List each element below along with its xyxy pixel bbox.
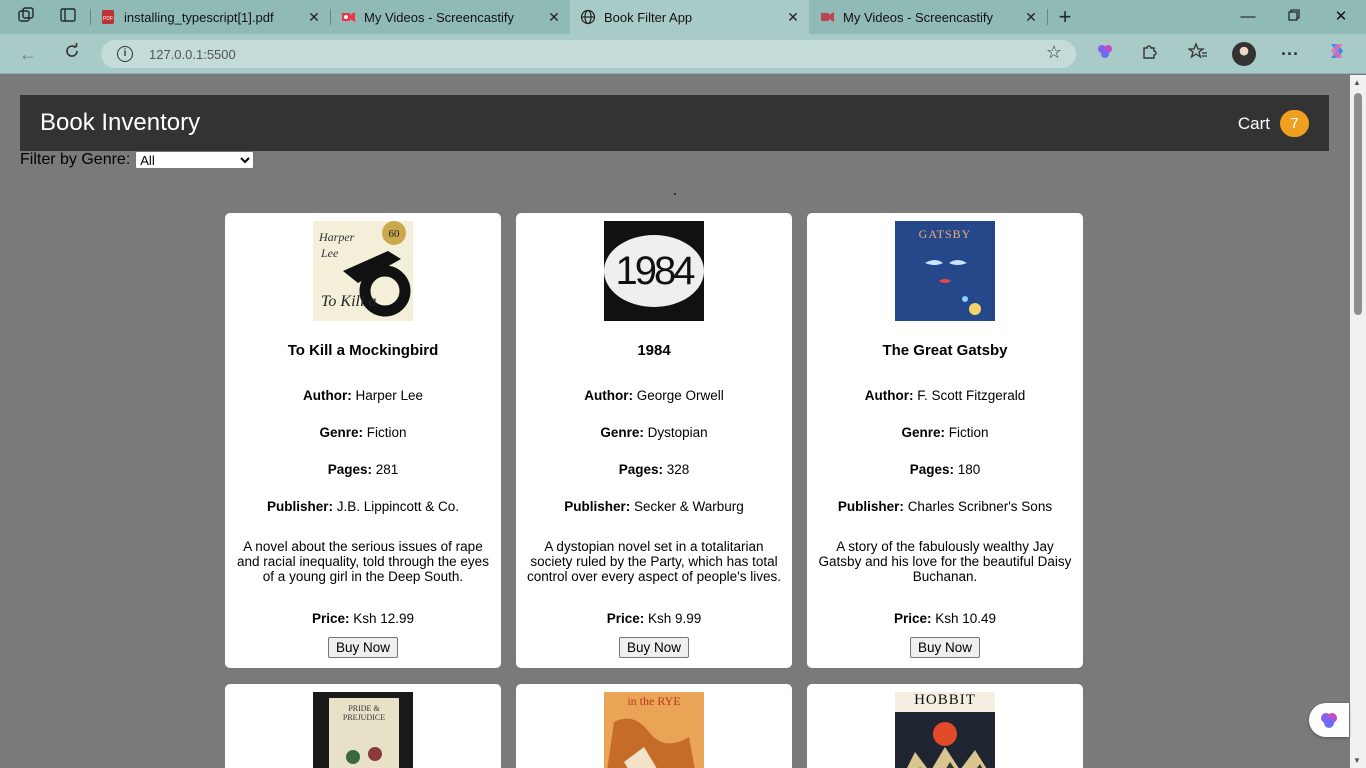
book-card: GATSBY The Great Gatsby Author: F. Scott… xyxy=(807,213,1083,668)
book-cover-image: in the RYE xyxy=(604,692,704,768)
buy-now-button[interactable]: Buy Now xyxy=(909,637,981,658)
book-publisher: Publisher: Secker & Warburg xyxy=(564,499,744,514)
reload-icon[interactable] xyxy=(58,41,86,67)
book-cover-image: PRIDE & PREJUDICE xyxy=(313,692,413,768)
book-card: HOBBIT xyxy=(807,684,1083,768)
book-card: PRIDE & PREJUDICE xyxy=(225,684,501,768)
book-title: To Kill a Mockingbird xyxy=(287,342,439,359)
book-card: in the RYE xyxy=(516,684,792,768)
book-description: A dystopian novel set in a totalitarian … xyxy=(527,539,781,584)
minimize-icon[interactable]: — xyxy=(1225,0,1271,34)
screencastify-icon xyxy=(819,9,835,25)
profile-avatar[interactable] xyxy=(1232,42,1256,66)
back-icon[interactable]: ← xyxy=(14,41,42,67)
cart-count-badge: 7 xyxy=(1280,110,1309,137)
browser-toolbar: ← i 127.0.0.1:5500 ☆ ··· xyxy=(0,34,1366,74)
close-tab-icon[interactable]: ✕ xyxy=(1021,7,1041,27)
book-pages: Pages: 281 xyxy=(327,462,399,477)
more-menu-icon[interactable]: ··· xyxy=(1276,41,1304,67)
genre-select[interactable]: All xyxy=(135,151,255,169)
scroll-thumb[interactable] xyxy=(1354,93,1362,315)
genre-filter: Filter by Genre: All xyxy=(20,151,255,169)
book-genre: Genre: Fiction xyxy=(901,425,989,440)
new-tab-icon[interactable]: + xyxy=(1053,6,1077,28)
url-text: 127.0.0.1:5500 xyxy=(149,46,236,62)
book-price: Price: Ksh 10.49 xyxy=(893,611,997,626)
svg-text:60: 60 xyxy=(389,228,401,240)
book-description: A novel about the serious issues of rape… xyxy=(237,539,489,584)
book-price: Price: Ksh 12.99 xyxy=(311,611,415,626)
svg-text:Lee: Lee xyxy=(320,246,339,260)
svg-text:PDF: PDF xyxy=(103,16,113,22)
scroll-down-arrow-icon[interactable]: ▼ xyxy=(1353,756,1361,765)
browser-tab-bar: PDF installing_typescript[1].pdf ✕ My Vi… xyxy=(0,0,1366,34)
tab-title: My Videos - Screencastify xyxy=(843,9,994,25)
book-pages: Pages: 328 xyxy=(618,462,690,477)
tab-screencastify-2[interactable]: My Videos - Screencastify ✕ xyxy=(809,0,1047,34)
buy-now-button[interactable]: Buy Now xyxy=(327,637,399,658)
buy-now-button[interactable]: Buy Now xyxy=(618,637,690,658)
book-card: 60 Harper Lee To Kill a To Kill a Mockin… xyxy=(225,213,501,668)
book-cover-image: 60 Harper Lee To Kill a xyxy=(313,221,413,321)
book-cover-image: HOBBIT xyxy=(895,692,995,768)
scroll-up-arrow-icon[interactable]: ▲ xyxy=(1353,78,1361,87)
book-price: Price: Ksh 9.99 xyxy=(606,611,702,626)
book-publisher: Publisher: J.B. Lippincott & Co. xyxy=(266,499,460,514)
cart[interactable]: Cart 7 xyxy=(1238,110,1309,137)
book-author: Author: F. Scott Fitzgerald xyxy=(864,388,1026,403)
address-bar[interactable]: i 127.0.0.1:5500 ☆ xyxy=(101,40,1076,68)
screencastify-icon xyxy=(340,9,356,25)
globe-icon xyxy=(580,9,596,25)
book-title: The Great Gatsby xyxy=(882,342,1008,359)
tab-title: Book Filter App xyxy=(604,9,693,25)
book-genre: Genre: Dystopian xyxy=(600,425,708,440)
app-header: Book Inventory Cart 7 xyxy=(20,95,1329,151)
book-title: 1984 xyxy=(637,342,671,359)
app-title: Book Inventory xyxy=(40,109,201,136)
page-scrollbar[interactable]: ▲ ▼ xyxy=(1350,75,1366,768)
pdf-icon: PDF xyxy=(100,9,116,25)
extensions-icon[interactable] xyxy=(1135,41,1163,67)
tab-actions-icon[interactable] xyxy=(56,6,80,28)
tab-screencastify-1[interactable]: My Videos - Screencastify ✕ xyxy=(330,0,570,34)
brain-extension-icon[interactable] xyxy=(1091,41,1119,67)
tab-book-filter-app[interactable]: Book Filter App ✕ xyxy=(570,0,809,34)
page-viewport: Book Inventory Cart 7 Filter by Genre: A… xyxy=(0,75,1350,768)
book-pages: Pages: 180 xyxy=(909,462,981,477)
book-card: 1984 1984 Author: George Orwell Genre: D… xyxy=(516,213,792,668)
book-publisher: Publisher: Charles Scribner's Sons xyxy=(837,499,1053,514)
tab-title: My Videos - Screencastify xyxy=(364,9,515,25)
assistant-brain-icon[interactable] xyxy=(1309,703,1349,737)
workspaces-icon[interactable] xyxy=(14,6,38,28)
cart-label: Cart xyxy=(1237,113,1270,133)
site-info-icon[interactable]: i xyxy=(117,46,133,62)
tab-title: installing_typescript[1].pdf xyxy=(124,9,274,25)
close-window-icon[interactable]: ✕ xyxy=(1318,0,1364,34)
favorites-icon[interactable] xyxy=(1184,41,1212,67)
close-tab-icon[interactable]: ✕ xyxy=(783,7,803,27)
book-author: Author: Harper Lee xyxy=(302,388,424,403)
copilot-icon[interactable] xyxy=(1323,41,1351,67)
favorite-star-icon[interactable]: ☆ xyxy=(1046,42,1062,63)
tab-pdf[interactable]: PDF installing_typescript[1].pdf ✕ xyxy=(90,0,330,34)
book-author: Author: George Orwell xyxy=(584,388,724,403)
close-tab-icon[interactable]: ✕ xyxy=(544,7,564,27)
close-tab-icon[interactable]: ✕ xyxy=(304,7,324,27)
book-genre: Genre: Fiction xyxy=(319,425,407,440)
book-cover-image: GATSBY xyxy=(895,221,995,321)
restore-icon[interactable] xyxy=(1271,0,1317,34)
loading-dot xyxy=(674,193,676,195)
book-cover-image: 1984 xyxy=(604,221,704,321)
svg-text:Harper: Harper xyxy=(318,230,355,244)
genre-filter-label: Filter by Genre: xyxy=(20,151,131,168)
book-description: A story of the fabulously wealthy Jay Ga… xyxy=(818,539,1072,584)
